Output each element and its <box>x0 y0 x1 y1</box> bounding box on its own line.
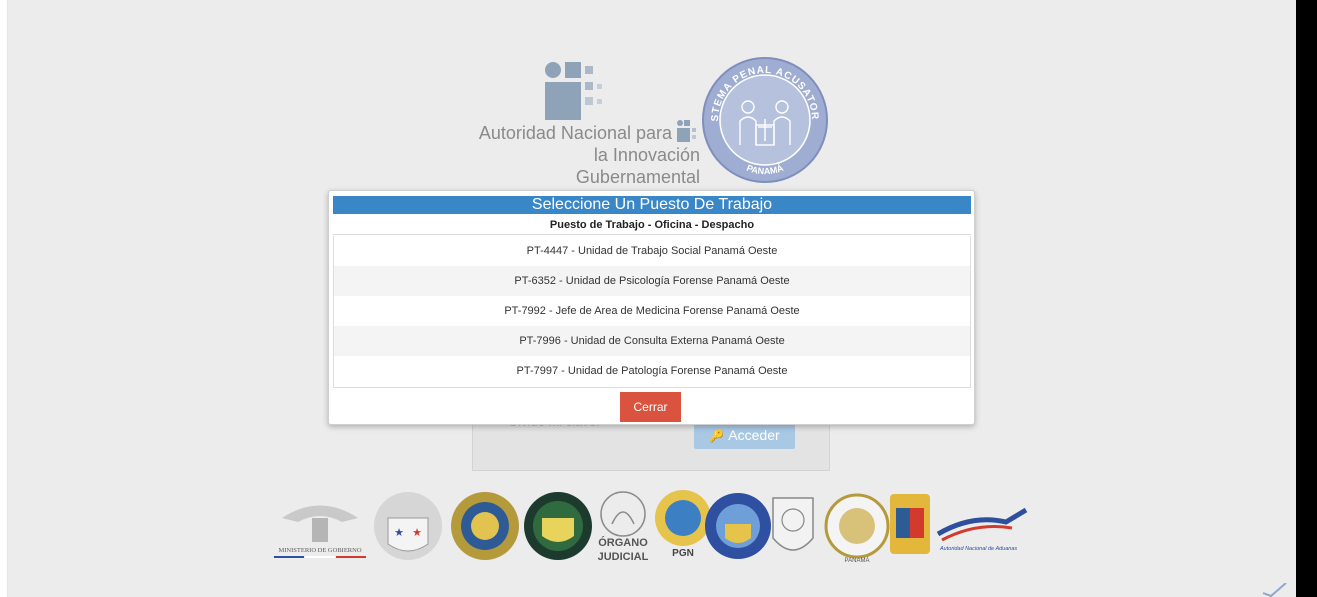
ministerio-gobierno-logo: MINISTERIO DE GOBIERNO <box>274 505 366 558</box>
defensoria-logo <box>772 497 814 551</box>
aig-name-line2: la Innovación Gubernamental <box>575 145 700 187</box>
modal-title: Seleccione Un Puesto De Trabajo <box>333 196 971 214</box>
organo-judicial-logo: ÓRGANO JUDICIAL <box>598 491 649 563</box>
job-list-item[interactable]: PT-7996 - Unidad de Consulta Externa Pan… <box>334 326 970 356</box>
aduanas-logo: Autoridad Nacional de Aduanas <box>936 507 1028 552</box>
login-submit-button[interactable]: 🔑 Acceder <box>694 422 795 449</box>
job-selection-modal: Seleccione Un Puesto De Trabajo Puesto d… <box>328 190 975 425</box>
job-list-item[interactable]: PT-7997 - Unidad de Patología Forense Pa… <box>334 356 970 386</box>
organo-text-2: JUDICIAL <box>598 551 649 563</box>
footer-watermark <box>1207 582 1287 597</box>
aduanas-text: Autoridad Nacional de Aduanas <box>939 546 1017 552</box>
aig-logo: Autoridad Nacional para la Innovación Gu… <box>470 62 700 187</box>
login-submit-label: Acceder <box>728 427 780 443</box>
job-list: PT-4447 - Unidad de Trabajo Social Panam… <box>333 236 971 388</box>
check-mark-icon <box>1262 582 1287 597</box>
ministerio-publico-logo <box>705 493 771 559</box>
job-list-item[interactable]: PT-7992 - Jefe de Area de Medicina Foren… <box>334 296 970 326</box>
modal-column-header: Puesto de Trabajo - Oficina - Despacho <box>333 216 971 235</box>
close-button[interactable]: Cerrar <box>620 392 681 422</box>
aig-logo-icon <box>545 62 615 122</box>
instituto-defensoria-logo: PANAMÁ <box>824 493 890 564</box>
svg-text:★: ★ <box>412 527 422 539</box>
organo-text-1: ÓRGANO <box>598 536 648 549</box>
pgn-text: PGN <box>672 548 694 559</box>
key-icon: 🔑 <box>709 429 725 443</box>
panama-text: PANAMÁ <box>845 557 870 564</box>
senafront-logo <box>524 492 592 560</box>
spa-seal: SISTEMA PENAL ACUSATORIO PANAMÁ <box>700 55 828 183</box>
job-list-item[interactable]: PT-6352 - Unidad de Psicología Forense P… <box>334 266 970 296</box>
job-list-item[interactable]: PT-4447 - Unidad de Trabajo Social Panam… <box>334 236 970 266</box>
svg-text:★: ★ <box>394 527 404 539</box>
aig-name: Autoridad Nacional para la Innovación Gu… <box>470 122 700 188</box>
sistema-penitenciario-logo <box>890 494 930 554</box>
left-edge <box>0 0 8 597</box>
institution-logos: MINISTERIO DE GOBIERNO ★ ★ ÓRGANO JUDICI… <box>272 488 1042 564</box>
aig-name-line1: Autoridad Nacional para <box>478 123 672 143</box>
right-edge-bar <box>1296 0 1317 597</box>
aig-small-icon <box>677 120 696 142</box>
ministerio-text: MINISTERIO DE GOBIERNO <box>278 547 361 554</box>
asamblea-logo: ★ ★ <box>374 492 442 560</box>
policia-logo <box>451 492 519 560</box>
